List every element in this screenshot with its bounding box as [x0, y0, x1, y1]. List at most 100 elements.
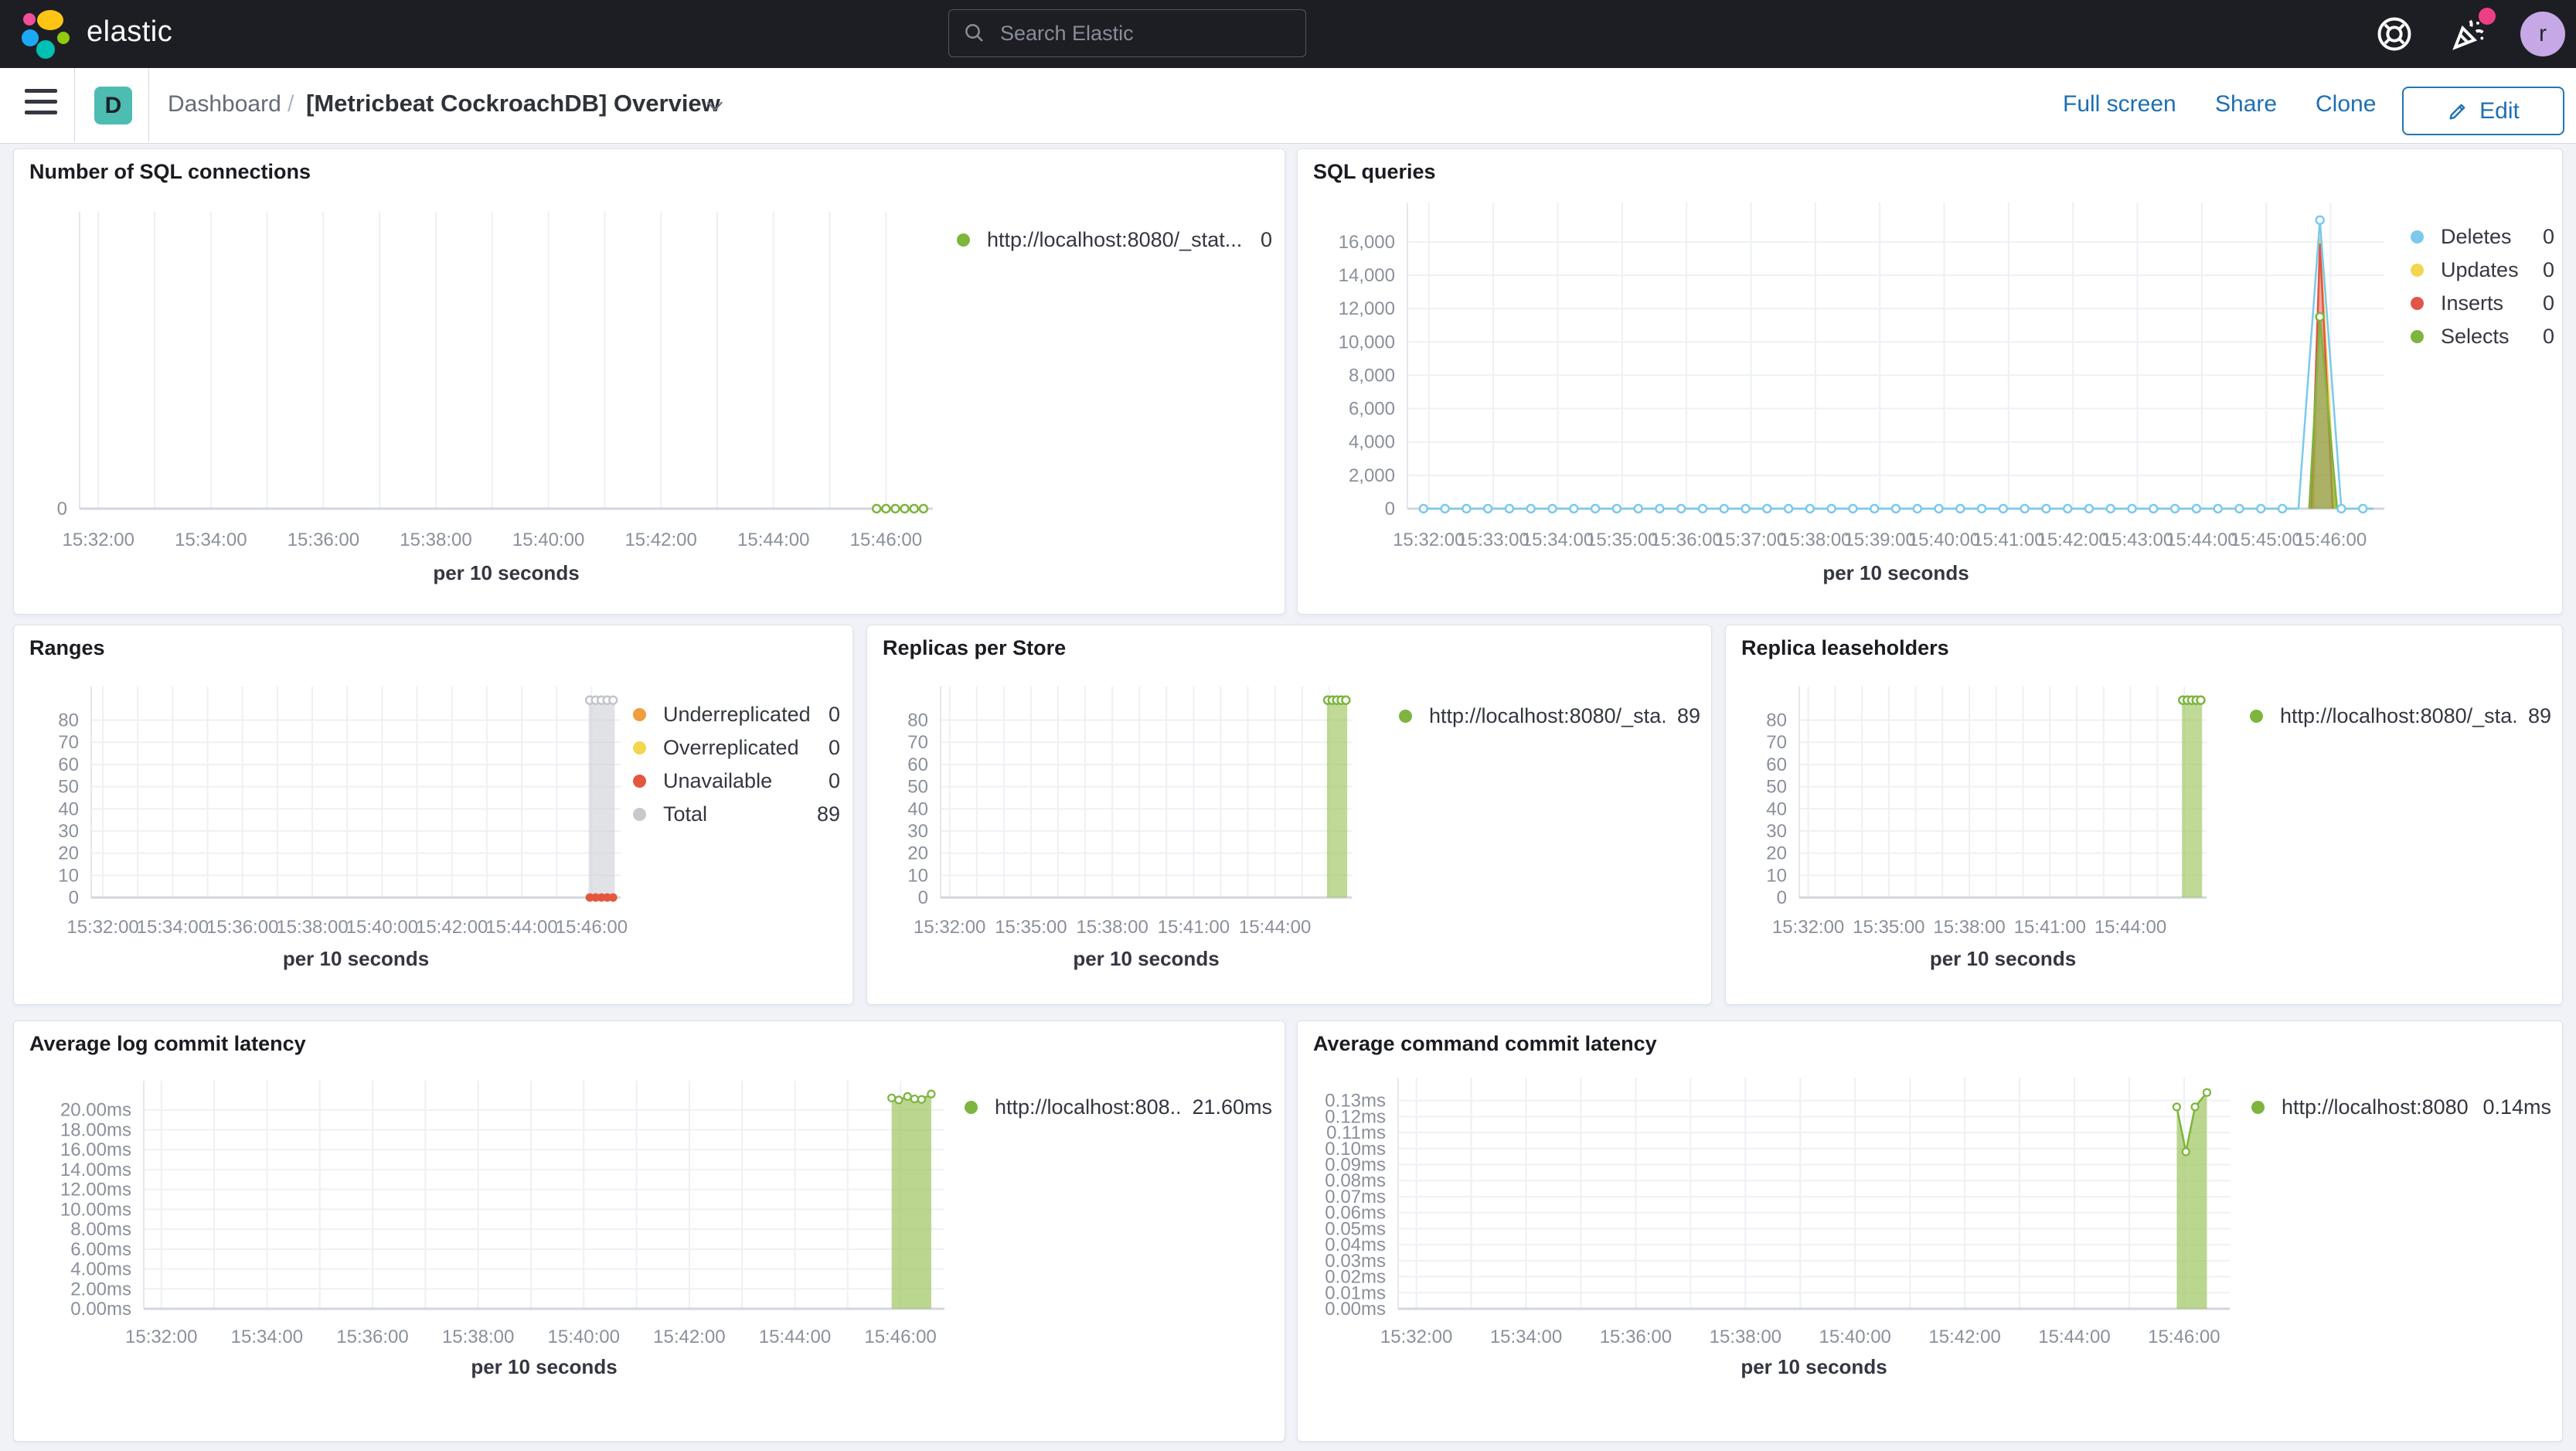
svg-text:16,000: 16,000: [1339, 232, 1395, 253]
svg-text:70: 70: [1766, 732, 1787, 753]
legend-series-value: 0: [828, 736, 840, 759]
svg-text:60: 60: [907, 754, 928, 775]
share-button[interactable]: Share: [2215, 91, 2277, 118]
legend-item[interactable]: http://localhost:8080/_stat... 0: [957, 223, 1272, 257]
svg-text:15:34:00: 15:34:00: [231, 1327, 303, 1347]
clone-button[interactable]: Clone: [2316, 91, 2376, 118]
svg-text:0: 0: [1385, 499, 1395, 519]
svg-text:0: 0: [918, 887, 928, 908]
panel-title: Replica leaseholders: [1741, 636, 1949, 659]
svg-text:15:41:00: 15:41:00: [2014, 917, 2086, 938]
chart-sql-queries[interactable]: 0 2,000 4,000 6,000 8,000 10,000 12,000 14,000 1…: [1298, 192, 2562, 614]
panel-title: Number of SQL connections: [29, 160, 311, 183]
svg-text:30: 30: [58, 821, 79, 842]
breadcrumb-dashboard[interactable]: Dashboard: [168, 91, 281, 118]
legend-series-dot-icon: [1399, 710, 1412, 723]
legend-series-value: 0: [828, 703, 840, 726]
pencil-icon: [2449, 104, 2465, 119]
svg-text:15:32:00: 15:32:00: [1380, 1327, 1452, 1347]
svg-text:15:33:00: 15:33:00: [1457, 530, 1529, 550]
legend-series-label: http://localhost:8080/_stat...: [987, 228, 1243, 251]
legend-item[interactable]: Selects 0: [2411, 320, 2554, 353]
panel-title: Average log commit latency: [29, 1032, 306, 1055]
svg-text:15:42:00: 15:42:00: [653, 1327, 725, 1347]
svg-text:18.00ms: 18.00ms: [60, 1119, 131, 1140]
legend-series-label: Selects: [2441, 325, 2510, 348]
user-avatar[interactable]: r: [2520, 12, 2565, 56]
legend-item[interactable]: http://localhost:8080... 0.14ms: [2251, 1091, 2551, 1124]
legend-item[interactable]: http://localhost:8080/_sta... 89: [2250, 700, 2551, 733]
legend-item[interactable]: Overreplicated 0: [633, 731, 840, 765]
breadcrumb-separator: /: [288, 91, 294, 117]
legend-series-value: 0: [1260, 228, 1272, 251]
svg-text:15:32:00: 15:32:00: [66, 917, 138, 938]
legend-series-dot-icon: [2250, 710, 2263, 723]
svg-text:15:36:00: 15:36:00: [288, 530, 359, 550]
svg-text:40: 40: [58, 799, 79, 819]
svg-text:4,000: 4,000: [1349, 432, 1395, 453]
svg-text:15:44:00: 15:44:00: [2166, 530, 2237, 550]
global-search[interactable]: [948, 9, 1306, 57]
full-screen-button[interactable]: Full screen: [2063, 91, 2176, 118]
legend-series-label: Overreplicated: [663, 736, 799, 759]
legend-series-dot-icon: [633, 808, 646, 821]
legend-item[interactable]: Total 89: [633, 798, 840, 831]
legend-item[interactable]: http://localhost:808... 21.60ms: [965, 1091, 1272, 1124]
legend-series-label: http://localhost:8080/_sta...: [1429, 704, 1665, 727]
svg-text:40: 40: [907, 799, 928, 819]
menu-hamburger-icon[interactable]: [25, 89, 57, 121]
legend-item[interactable]: Updates 0: [2411, 254, 2554, 287]
svg-text:15:34:00: 15:34:00: [1490, 1327, 1562, 1347]
svg-text:15:44:00: 15:44:00: [1239, 917, 1311, 938]
elastic-logo-icon[interactable]: [22, 9, 71, 59]
search-input[interactable]: [999, 20, 1291, 46]
svg-text:15:42:00: 15:42:00: [2037, 530, 2108, 550]
svg-text:15:32:00: 15:32:00: [1393, 530, 1465, 550]
panel-number-of-sql-connections: Number of SQL connections 0 15:32:00 15:34…: [13, 148, 1285, 615]
svg-text:15:42:00: 15:42:00: [624, 530, 696, 550]
svg-text:80: 80: [1766, 710, 1787, 731]
svg-text:2,000: 2,000: [1349, 465, 1395, 486]
legend-item[interactable]: Deletes 0: [2411, 220, 2554, 254]
svg-text:70: 70: [58, 732, 79, 753]
legend-item[interactable]: Inserts 0: [2411, 287, 2554, 320]
svg-text:6,000: 6,000: [1349, 399, 1395, 420]
svg-text:0.13ms: 0.13ms: [1325, 1091, 1386, 1112]
svg-text:15:38:00: 15:38:00: [400, 530, 471, 550]
svg-text:10: 10: [58, 865, 79, 886]
svg-text:20: 20: [907, 843, 928, 864]
divider: [148, 68, 149, 142]
legend-series-value: 0: [828, 769, 840, 792]
legend-series-value: 0: [2542, 225, 2554, 248]
legend-series-value: 89: [2527, 704, 2551, 727]
svg-text:15:46:00: 15:46:00: [850, 530, 922, 550]
legend-item[interactable]: Underreplicated 0: [633, 698, 840, 731]
chart-legend: http://localhost:8080/_sta... 89: [1399, 700, 1700, 733]
chart-legend: http://localhost:8080/_sta... 89: [2250, 700, 2551, 733]
edit-button[interactable]: Edit: [2402, 87, 2564, 135]
legend-item[interactable]: http://localhost:8080/_sta... 89: [1399, 700, 1700, 733]
svg-text:15:36:00: 15:36:00: [206, 917, 278, 938]
panel-replica-leaseholders: Replica leaseholders 0 10 20 30 40 50 60 70 80 15…: [1725, 625, 2563, 1005]
chevron-down-icon[interactable]: [705, 96, 725, 116]
svg-text:15:38:00: 15:38:00: [1076, 917, 1148, 938]
svg-text:15:38:00: 15:38:00: [276, 917, 348, 938]
svg-text:80: 80: [58, 710, 79, 731]
svg-text:per 10 seconds: per 10 seconds: [1930, 947, 2076, 970]
legend-series-label: Deletes: [2441, 225, 2512, 248]
svg-text:15:42:00: 15:42:00: [416, 917, 488, 938]
svg-text:80: 80: [907, 710, 928, 731]
legend-series-label: http://localhost:8080...: [2282, 1095, 2471, 1119]
svg-text:15:46:00: 15:46:00: [2295, 530, 2367, 550]
legend-series-label: Underreplicated: [663, 703, 811, 726]
legend-series-label: Unavailable: [663, 769, 773, 792]
svg-text:16.00ms: 16.00ms: [60, 1139, 131, 1160]
svg-text:15:39:00: 15:39:00: [1843, 530, 1915, 550]
legend-series-dot-icon: [2411, 330, 2424, 343]
help-icon[interactable]: [2374, 14, 2414, 54]
legend-item[interactable]: Unavailable 0: [633, 765, 840, 798]
panel-title: Ranges: [29, 636, 105, 659]
svg-text:15:38:00: 15:38:00: [1933, 917, 2005, 938]
chart-legend: http://localhost:808... 21.60ms: [965, 1091, 1272, 1124]
svg-text:per 10 seconds: per 10 seconds: [283, 947, 429, 970]
